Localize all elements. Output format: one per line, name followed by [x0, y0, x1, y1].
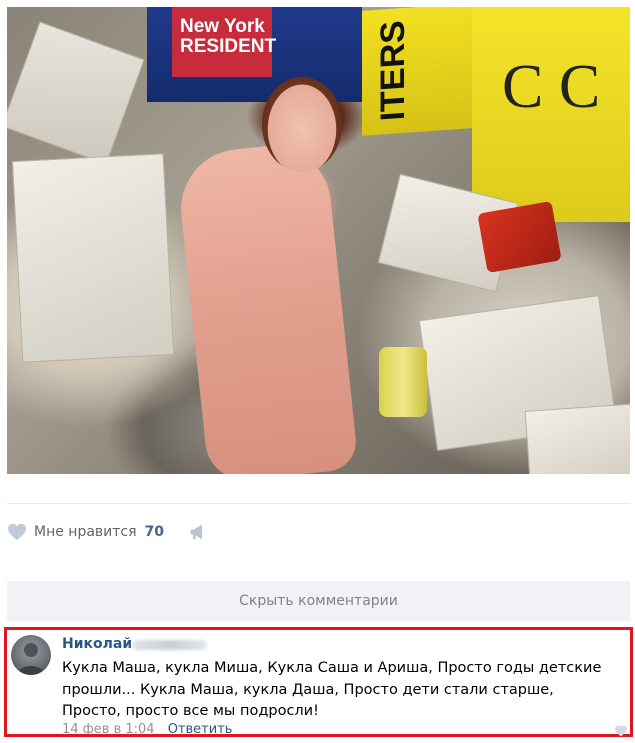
newspaper-box-label: ITERS	[374, 19, 412, 123]
newspaper-logo: C C	[502, 53, 601, 121]
newspaper-sheet	[524, 403, 630, 474]
like-count[interactable]: 70	[145, 524, 164, 540]
newspaper-box-sign: New York RESIDENT	[172, 7, 276, 77]
doll-head	[262, 77, 342, 172]
comment-date[interactable]: 14 фев в 1:04	[62, 722, 155, 734]
comment: Николай Кукла Маша, кукла Миша, Кукла Са…	[4, 627, 633, 737]
heart-icon[interactable]	[7, 523, 27, 541]
can	[379, 347, 427, 417]
divider	[7, 503, 630, 504]
comment-meta: 14 фев в 1:04 Ответить	[62, 722, 232, 734]
avatar-image	[17, 643, 45, 675]
comment-author[interactable]: Николай	[62, 636, 132, 652]
snack-bag	[477, 200, 562, 274]
newspaper-pile	[7, 21, 145, 165]
blurred-surname	[132, 640, 207, 650]
comment-text: Кукла Маша, кукла Миша, Кукла Саша и Ари…	[62, 660, 602, 719]
hide-comments-button[interactable]: Скрыть комментарии	[7, 581, 630, 621]
avatar[interactable]	[11, 635, 51, 675]
newspaper-box-blue: New York RESIDENT	[147, 7, 362, 102]
comment-heart-icon[interactable]	[614, 725, 628, 737]
like-bar: Мне нравится 70	[7, 520, 208, 544]
megaphone-icon[interactable]	[188, 523, 208, 541]
post-photo[interactable]: New York RESIDENT ITERS C C	[7, 7, 630, 474]
newspaper-stack	[11, 153, 175, 363]
like-label[interactable]: Мне нравится	[34, 524, 137, 540]
doll-body	[175, 140, 359, 474]
newspaper-box-yellow-large: C C	[472, 7, 630, 222]
newspaper-box-yellow: ITERS	[362, 7, 472, 136]
reply-link[interactable]: Ответить	[168, 722, 233, 734]
